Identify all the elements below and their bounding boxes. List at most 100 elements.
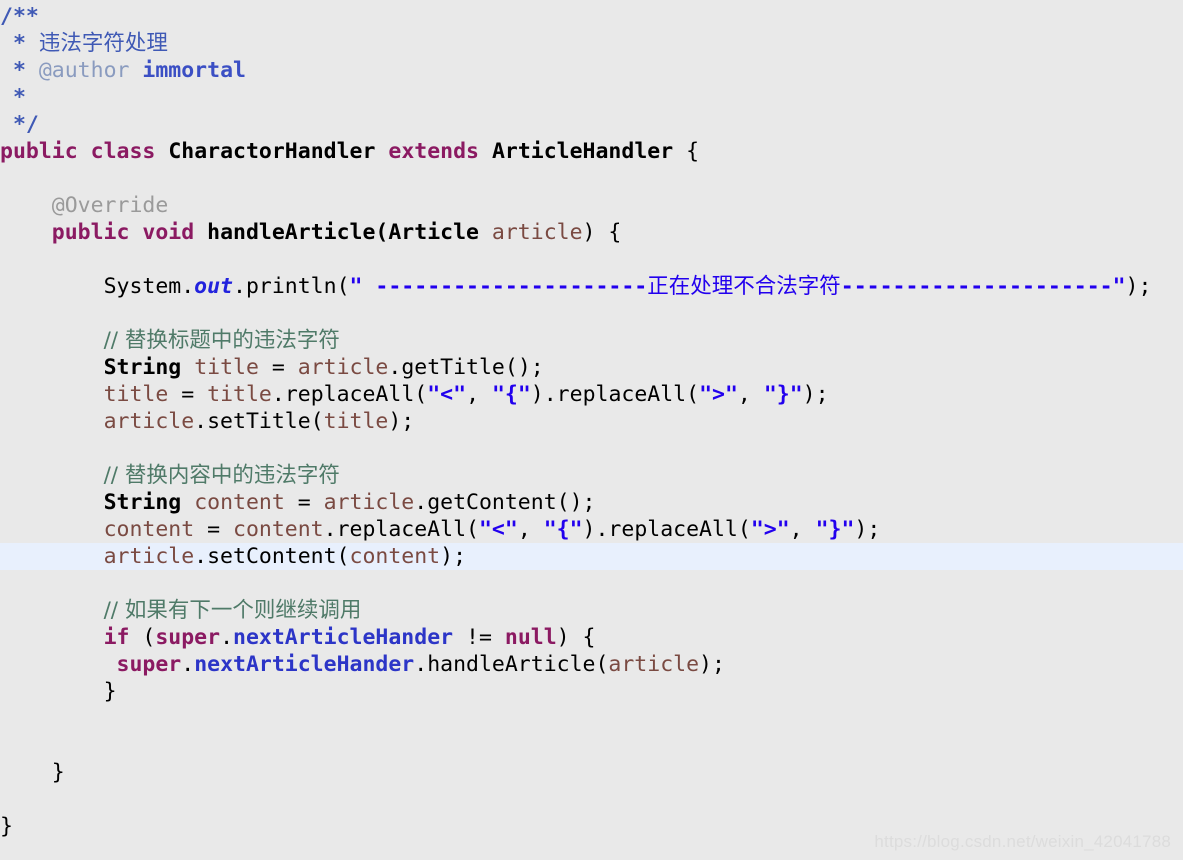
string-arg-rbrace: "}" bbox=[763, 382, 803, 407]
assign-operator: = bbox=[168, 382, 208, 407]
string-arg-lbrace: "{" bbox=[491, 382, 531, 407]
line-tail: ); bbox=[440, 544, 467, 569]
code-line[interactable]: * @author immortal bbox=[0, 57, 1183, 84]
code-line-blank[interactable] bbox=[0, 246, 1183, 273]
method-call-settitle: .setTitle( bbox=[194, 409, 324, 434]
code-line[interactable]: * bbox=[0, 84, 1183, 111]
code-line[interactable]: public class CharactorHandler extends Ar… bbox=[0, 138, 1183, 165]
arg-article: article bbox=[608, 652, 700, 677]
method-name: handleArticle( bbox=[207, 220, 389, 245]
code-line[interactable]: // 替换标题中的违法字符 bbox=[0, 327, 1183, 354]
code-line-blank[interactable] bbox=[0, 165, 1183, 192]
code-line[interactable]: } bbox=[0, 678, 1183, 705]
code-line-blank[interactable] bbox=[0, 786, 1183, 813]
line-comment: // 替换标题中的违法字符 bbox=[103, 328, 340, 353]
string-quote-close: " bbox=[1112, 274, 1126, 299]
close-brace-method: } bbox=[51, 760, 65, 785]
javadoc-description: 违法字符处理 bbox=[38, 31, 168, 56]
code-line[interactable]: System.out.println(" -------------------… bbox=[0, 273, 1183, 300]
line-tail: ); bbox=[388, 409, 415, 434]
method-call-replaceall-2: ).replaceAll( bbox=[530, 382, 700, 407]
string-arg-lt: "<" bbox=[427, 382, 467, 407]
comma: , bbox=[789, 517, 816, 542]
code-line[interactable]: super.nextArticleHander.handleArticle(ar… bbox=[0, 651, 1183, 678]
object-article: article bbox=[103, 409, 195, 434]
code-line-blank[interactable] bbox=[0, 732, 1183, 759]
code-line-blank[interactable] bbox=[0, 435, 1183, 462]
keyword-super: super bbox=[116, 652, 182, 677]
param-type: Article bbox=[388, 220, 479, 245]
string-arg-lbrace: "{" bbox=[543, 517, 583, 542]
code-line-blank[interactable] bbox=[0, 705, 1183, 732]
code-line-list: /** * 违法字符处理 * @author immortal * */ pub… bbox=[0, 0, 1183, 840]
code-line[interactable]: title = title.replaceAll("<", "{").repla… bbox=[0, 381, 1183, 408]
code-line[interactable]: if (super.nextArticleHander != null) { bbox=[0, 624, 1183, 651]
type-string: String bbox=[103, 355, 182, 380]
keyword-public: public bbox=[0, 139, 78, 164]
annotation-override: @Override bbox=[51, 193, 169, 218]
code-line[interactable]: // 如果有下一个则继续调用 bbox=[0, 597, 1183, 624]
keyword-extends: extends bbox=[388, 139, 479, 164]
code-line[interactable]: String title = article.getTitle(); bbox=[0, 354, 1183, 381]
code-line[interactable]: } bbox=[0, 759, 1183, 786]
code-editor[interactable]: /** * 违法字符处理 * @author immortal * */ pub… bbox=[0, 0, 1183, 860]
string-arg-gt: ">" bbox=[750, 517, 790, 542]
object-article: article bbox=[103, 544, 195, 569]
line-tail: ); bbox=[1125, 274, 1152, 299]
code-line-blank[interactable] bbox=[0, 570, 1183, 597]
code-line[interactable]: @Override bbox=[0, 192, 1183, 219]
variable-title: title bbox=[194, 355, 259, 380]
close-brace-if: } bbox=[103, 679, 117, 704]
code-line[interactable]: /** bbox=[0, 3, 1183, 30]
string-arg-rbrace: "}" bbox=[815, 517, 855, 542]
javadoc-close: */ bbox=[0, 112, 39, 137]
method-call-println: .println( bbox=[233, 274, 350, 299]
string-cjk-text: 正在处理不合法字符 bbox=[647, 274, 841, 299]
code-line[interactable]: String content = article.getContent(); bbox=[0, 489, 1183, 516]
object-article: article bbox=[297, 355, 389, 380]
code-line[interactable]: article.setTitle(title); bbox=[0, 408, 1183, 435]
close-brace-class: } bbox=[0, 814, 13, 839]
javadoc-star: * bbox=[0, 31, 39, 56]
javadoc-author-tag: @author bbox=[38, 58, 130, 83]
code-line-highlighted[interactable]: article.setContent(content); bbox=[0, 543, 1183, 570]
keyword-class: class bbox=[90, 139, 156, 164]
method-call-replaceall: .replaceAll( bbox=[271, 382, 428, 407]
code-line[interactable]: public void handleArticle(Article articl… bbox=[0, 219, 1183, 246]
javadoc-star: * bbox=[0, 58, 39, 83]
not-equals-operator: != bbox=[453, 625, 505, 650]
code-line[interactable]: content = content.replaceAll("<", "{").r… bbox=[0, 516, 1183, 543]
type-string: String bbox=[103, 490, 182, 515]
arg-title: title bbox=[323, 409, 389, 434]
javadoc-star: * bbox=[0, 85, 26, 110]
code-line[interactable]: * 违法字符处理 bbox=[0, 30, 1183, 57]
line-tail: ) { bbox=[582, 220, 622, 245]
keyword-public: public bbox=[51, 220, 130, 245]
string-suffix-dashes: --------------------- bbox=[840, 274, 1113, 299]
string-arg-gt: ">" bbox=[699, 382, 738, 407]
object-content: content bbox=[233, 517, 324, 542]
string-arg-lt: "<" bbox=[478, 517, 518, 542]
line-comment: // 替换内容中的违法字符 bbox=[103, 463, 340, 488]
code-line[interactable]: // 替换内容中的违法字符 bbox=[0, 462, 1183, 489]
code-line-blank[interactable] bbox=[0, 300, 1183, 327]
dot: . bbox=[220, 625, 234, 650]
watermark-url: https://blog.csdn.net/weixin_42041788 bbox=[874, 832, 1171, 851]
field-nextarticlehander: nextArticleHander bbox=[233, 625, 454, 650]
line-tail: ) { bbox=[556, 625, 596, 650]
line-comment: // 如果有下一个则继续调用 bbox=[103, 598, 362, 623]
code-line[interactable]: */ bbox=[0, 111, 1183, 138]
class-name: CharactorHandler bbox=[168, 139, 376, 164]
receiver-system: System. bbox=[103, 274, 195, 299]
